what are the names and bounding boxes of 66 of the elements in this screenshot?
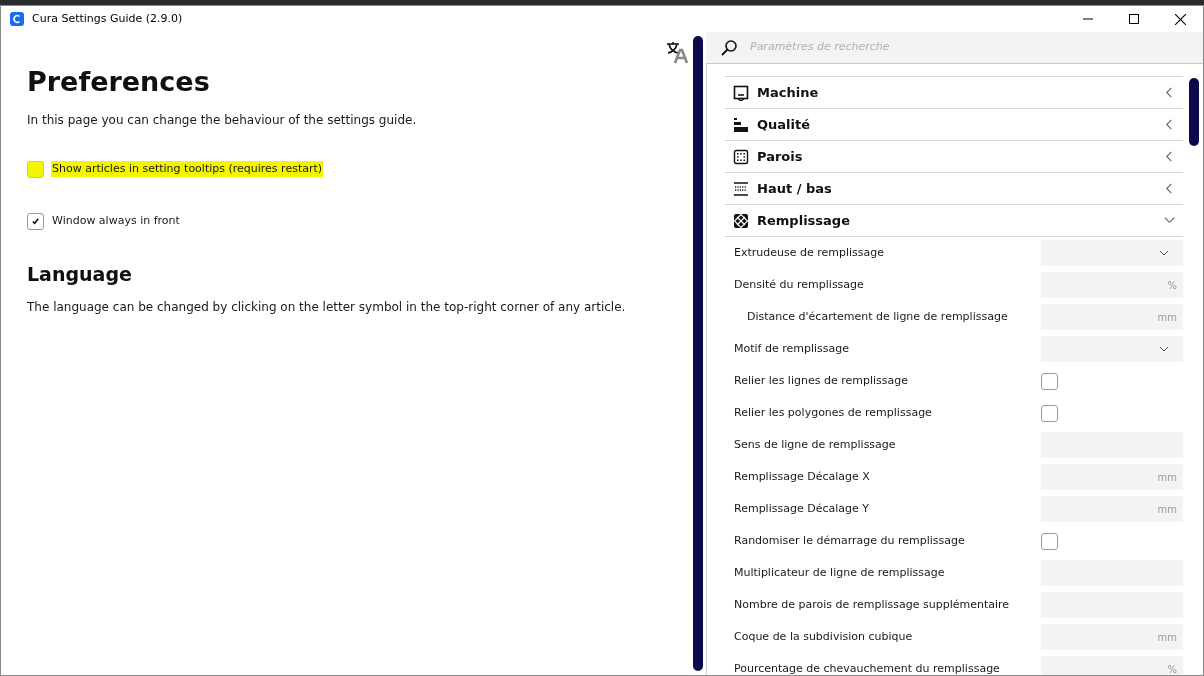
setting-label: Extrudeuse de remplissage — [733, 244, 885, 261]
section-heading: Language — [27, 261, 133, 287]
unit-label: mm — [1157, 630, 1177, 645]
number-field[interactable]: mm — [1041, 464, 1183, 490]
category-header[interactable]: Haut / bas — [725, 173, 1183, 205]
setting-label: Densité du remplissage — [733, 276, 864, 293]
setting-label: Sens de ligne de remplissage — [733, 436, 896, 453]
setting-label: Distance d'écartement de ligne de remplissage — [746, 308, 1008, 325]
unit-label: % — [1167, 662, 1177, 675]
checkbox[interactable] — [1041, 532, 1058, 550]
infill-icon — [733, 212, 749, 229]
app-logo-icon — [10, 12, 24, 26]
page-heading: Preferences — [27, 65, 211, 99]
category-header[interactable]: Machine — [725, 77, 1183, 109]
number-field[interactable]: mm — [1041, 304, 1183, 330]
chevron-icon — [1159, 346, 1169, 352]
unit-label: % — [1167, 278, 1177, 293]
setting-label: Relier les lignes de remplissage — [733, 372, 908, 389]
checkbox-label: Show articles in setting tooltips (requires restart) — [51, 160, 324, 178]
grid-icon — [733, 148, 749, 165]
intro-text: In this page you can change the behaviour of the settings guide. — [27, 111, 418, 129]
setting-label: Remplissage Décalage Y — [733, 500, 869, 517]
chevron-icon — [1164, 183, 1175, 194]
search-field[interactable]: Paramètres de recherche — [750, 39, 1050, 56]
layers-icon — [733, 180, 749, 197]
chevron-icon — [1164, 119, 1175, 130]
checkbox[interactable] — [1041, 372, 1058, 390]
category-header[interactable]: Remplissage — [725, 205, 1183, 237]
checkbox[interactable] — [1041, 404, 1058, 422]
printer-icon — [733, 84, 749, 101]
category-header[interactable]: Parois — [725, 141, 1183, 173]
check-icon — [31, 216, 40, 226]
unit-label: mm — [1157, 470, 1177, 485]
search-icon — [720, 38, 738, 57]
unit-label: mm — [1157, 502, 1177, 517]
setting-label: Motif de remplissage — [733, 340, 850, 357]
splitter-handle[interactable] — [693, 36, 703, 671]
setting-label: Randomiser le démarrage du remplissage — [733, 532, 965, 549]
chevron-icon — [1164, 87, 1175, 98]
checkbox[interactable] — [27, 212, 44, 230]
checkbox[interactable] — [27, 160, 44, 178]
chevron-icon — [1164, 215, 1175, 226]
translate-icon — [665, 40, 689, 64]
search-bar[interactable]: Paramètres de recherche — [706, 32, 1203, 64]
translate-button[interactable] — [665, 40, 689, 64]
unit-label: mm — [1157, 310, 1177, 325]
setting-label: Coque de la subdivision cubique — [733, 628, 913, 645]
number-field[interactable]: % — [1041, 656, 1183, 675]
scrollbar-thumb[interactable] — [1189, 78, 1199, 146]
window-title: Cura Settings Guide (2.9.0) — [32, 10, 183, 27]
close-icon — [1174, 13, 1186, 25]
number-field[interactable]: mm — [1041, 496, 1183, 522]
setting-label: Nombre de parois de remplissage supplémentaire — [733, 596, 1010, 613]
setting-label: Remplissage Décalage X — [733, 468, 870, 485]
setting-label: Pourcentage de chevauchement du remplissage — [733, 660, 1000, 675]
category-header[interactable]: Qualité — [725, 109, 1183, 141]
number-field[interactable]: % — [1041, 272, 1183, 298]
section-text: The language can be changed by clicking on the letter symbol in the top-right corner of any article. — [27, 299, 627, 316]
maximize-icon — [1129, 14, 1139, 24]
setting-label: Multiplicateur de ligne de remplissage — [733, 564, 945, 581]
setting-label: Relier les polygones de remplissage — [733, 404, 932, 421]
chevron-icon — [1164, 151, 1175, 162]
number-field[interactable]: mm — [1041, 624, 1183, 650]
bars-icon — [733, 116, 749, 133]
checkbox-label: Window always in front — [51, 212, 181, 229]
chevron-icon — [1159, 250, 1169, 256]
